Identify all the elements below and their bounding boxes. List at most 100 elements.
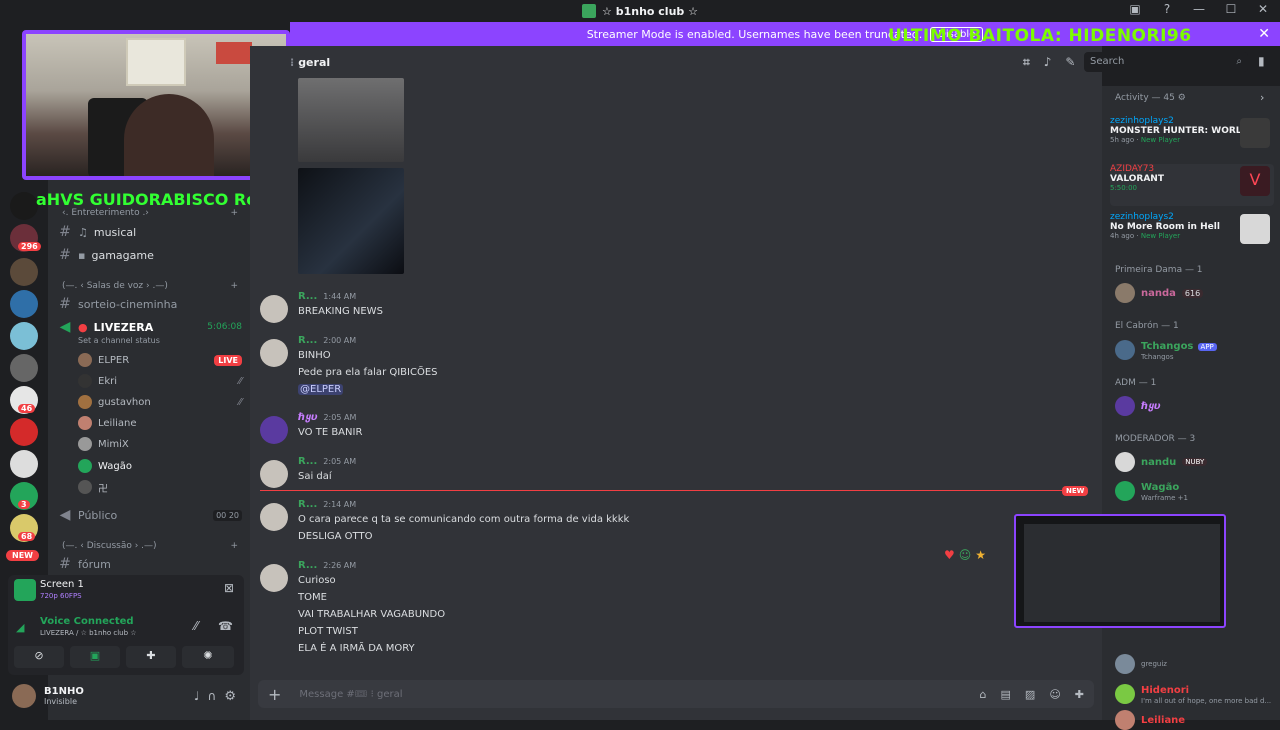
server-icon[interactable] — [10, 258, 38, 286]
voice-user[interactable]: gustavhon ⁄⁄ — [78, 393, 242, 411]
disconnect-icon[interactable]: ☎ — [218, 619, 233, 633]
new-servers-pill[interactable]: NEW — [6, 550, 39, 561]
set-channel-status[interactable]: Set a channel status — [78, 336, 160, 345]
member-item[interactable]: nandu NUBY — [1115, 452, 1275, 472]
stream-preview-pip[interactable] — [1014, 514, 1226, 628]
avatar[interactable] — [260, 564, 288, 592]
activity-gear-icon[interactable]: ⚙ — [1178, 93, 1186, 103]
signal-icon[interactable]: ◢ — [16, 621, 24, 634]
message-time: 2:05 AM — [323, 457, 357, 466]
inbox-icon[interactable]: ▣ — [1126, 2, 1144, 16]
microphone-icon[interactable]: ♩ — [194, 689, 200, 703]
screen-share-button[interactable]: ▣ — [70, 646, 120, 668]
server-icon[interactable] — [10, 290, 38, 318]
sticker-icon[interactable]: ▨ — [1025, 688, 1035, 701]
username: B1NHO — [44, 686, 84, 697]
inbox-icon[interactable]: ▮ — [1258, 54, 1265, 68]
member-item[interactable]: Wagão Warframe +1 — [1115, 479, 1275, 502]
member-item[interactable]: ℏყυ — [1115, 396, 1275, 416]
message-composer[interactable]: + Message #🎟 ⁝ geral ⌂ ▤ ▨ ☺ ✚ — [258, 680, 1094, 708]
voice-user[interactable]: Wagão — [78, 457, 242, 475]
voice-channel-livezera[interactable]: ◀ ● LIVEZERA 5:06:08 — [58, 317, 242, 337]
message-author[interactable]: R... — [298, 291, 317, 302]
threads-icon[interactable]: ⌗ — [1023, 55, 1030, 70]
voice-user[interactable]: Ekri ⁄⁄ — [78, 372, 242, 390]
member-item[interactable]: Leiliane — [1115, 710, 1275, 730]
user-mention[interactable]: @ELPER — [298, 384, 344, 395]
activity-card[interactable]: zezinhoplays2 MONSTER HUNTER: WORLD 5h a… — [1110, 116, 1274, 158]
message-author[interactable]: R... — [298, 335, 317, 346]
voice-user[interactable]: MimiX — [78, 435, 242, 453]
member-item[interactable]: Hidenori I'm all out of hope, one more ba… — [1115, 682, 1275, 705]
member-item[interactable]: greguiz — [1115, 654, 1275, 674]
noise-suppression-icon[interactable]: ⁄⁄ — [194, 619, 198, 633]
avatar[interactable] — [260, 503, 288, 531]
message-image[interactable] — [298, 78, 404, 162]
category-discussao[interactable]: (—. ‹ Discussão › .—) + — [62, 541, 238, 551]
activity-card[interactable]: zezinhoplays2 No More Room in Hell 4h ag… — [1110, 212, 1274, 254]
category-salas-de-voz[interactable]: (—. ‹ Salas de voz › .—) + — [62, 281, 238, 291]
minimize-button[interactable]: — — [1190, 2, 1208, 16]
close-window-button[interactable]: ✕ — [1254, 2, 1272, 16]
soundboard-button[interactable]: ✺ — [182, 646, 234, 668]
server-badge: 68 — [18, 532, 36, 541]
server-icon[interactable] — [10, 322, 38, 350]
message-author[interactable]: R... — [298, 560, 317, 571]
emoji-icon[interactable]: ☺ — [1049, 688, 1060, 701]
voice-user[interactable]: ELPER LIVE — [78, 351, 242, 369]
add-channel-icon[interactable]: + — [230, 541, 238, 551]
close-banner-icon[interactable]: ✕ — [1258, 26, 1270, 42]
avatar[interactable] — [260, 295, 288, 323]
notification-bell-icon[interactable]: ♪ — [1044, 55, 1052, 70]
member-item[interactable]: Tchangos APP Tchangos — [1115, 338, 1275, 361]
member-item[interactable]: nanda 616 — [1115, 283, 1275, 303]
member-badge: NUBY — [1182, 458, 1208, 466]
gif-icon[interactable]: ▤ — [1001, 688, 1011, 701]
message-author[interactable]: ℏყυ — [298, 412, 317, 423]
pin-icon[interactable]: ✎ — [1065, 55, 1075, 70]
heart-reaction-icon[interactable]: ♥ — [944, 548, 955, 562]
avatar — [1115, 452, 1135, 472]
message-author[interactable]: R... — [298, 499, 317, 510]
activities-button[interactable]: ✚ — [126, 646, 176, 668]
category-entretenimento[interactable]: ‹. Entreterimento .› + — [62, 208, 238, 218]
apps-icon[interactable]: ✚ — [1075, 688, 1084, 701]
server-icon[interactable] — [10, 192, 38, 220]
message-author[interactable]: R... — [298, 456, 317, 467]
voice-user[interactable]: 卍 — [78, 478, 242, 496]
channel-forum[interactable]: # fórum — [58, 554, 242, 574]
activity-card[interactable]: AZIDAY73 VALORANT 5:50:00 V — [1110, 164, 1274, 206]
stop-stream-icon[interactable]: ⊠ — [224, 581, 234, 595]
headphones-icon[interactable]: ∩ — [208, 689, 217, 703]
server-icon[interactable] — [10, 354, 38, 382]
star-reaction-icon[interactable]: ★ — [975, 548, 986, 562]
settings-gear-icon[interactable]: ⚙ — [224, 689, 236, 704]
avatar[interactable] — [260, 460, 288, 488]
help-icon[interactable]: ? — [1158, 2, 1176, 16]
avatar[interactable] — [12, 684, 36, 708]
avatar[interactable] — [260, 339, 288, 367]
emoji-reaction-icon[interactable]: ☺ — [959, 548, 972, 562]
speaker-icon: ◀ — [59, 319, 71, 335]
search-input[interactable]: Search ⌕ — [1084, 52, 1248, 72]
gift-icon[interactable]: ⌂ — [980, 688, 987, 701]
add-channel-icon[interactable]: + — [230, 281, 238, 291]
add-channel-icon[interactable]: + — [230, 208, 238, 218]
voice-channel-publico[interactable]: ◀ Público 00 20 — [58, 505, 242, 525]
server-icon[interactable] — [10, 418, 38, 446]
camera-button[interactable]: ⊘ — [14, 646, 64, 668]
channel-sorteio-cineminha[interactable]: # sorteio-cineminha — [58, 294, 242, 314]
member-name: Tchangos — [1141, 341, 1194, 352]
app-icon — [582, 4, 597, 18]
server-icon[interactable] — [10, 450, 38, 478]
chevron-right-icon[interactable]: › — [1260, 91, 1264, 104]
voice-user[interactable]: Leiliane — [78, 414, 242, 432]
message-time: 2:26 AM — [323, 561, 357, 570]
attach-plus-icon[interactable]: + — [268, 685, 281, 704]
message-image[interactable] — [298, 168, 404, 274]
channel-musical[interactable]: # ♫ musical — [58, 222, 242, 242]
channel-gamagame[interactable]: # ▪ gamagame — [58, 245, 242, 265]
voice-connected-label: Voice Connected — [40, 616, 134, 627]
avatar[interactable] — [260, 416, 288, 444]
maximize-button[interactable]: ☐ — [1222, 2, 1240, 16]
